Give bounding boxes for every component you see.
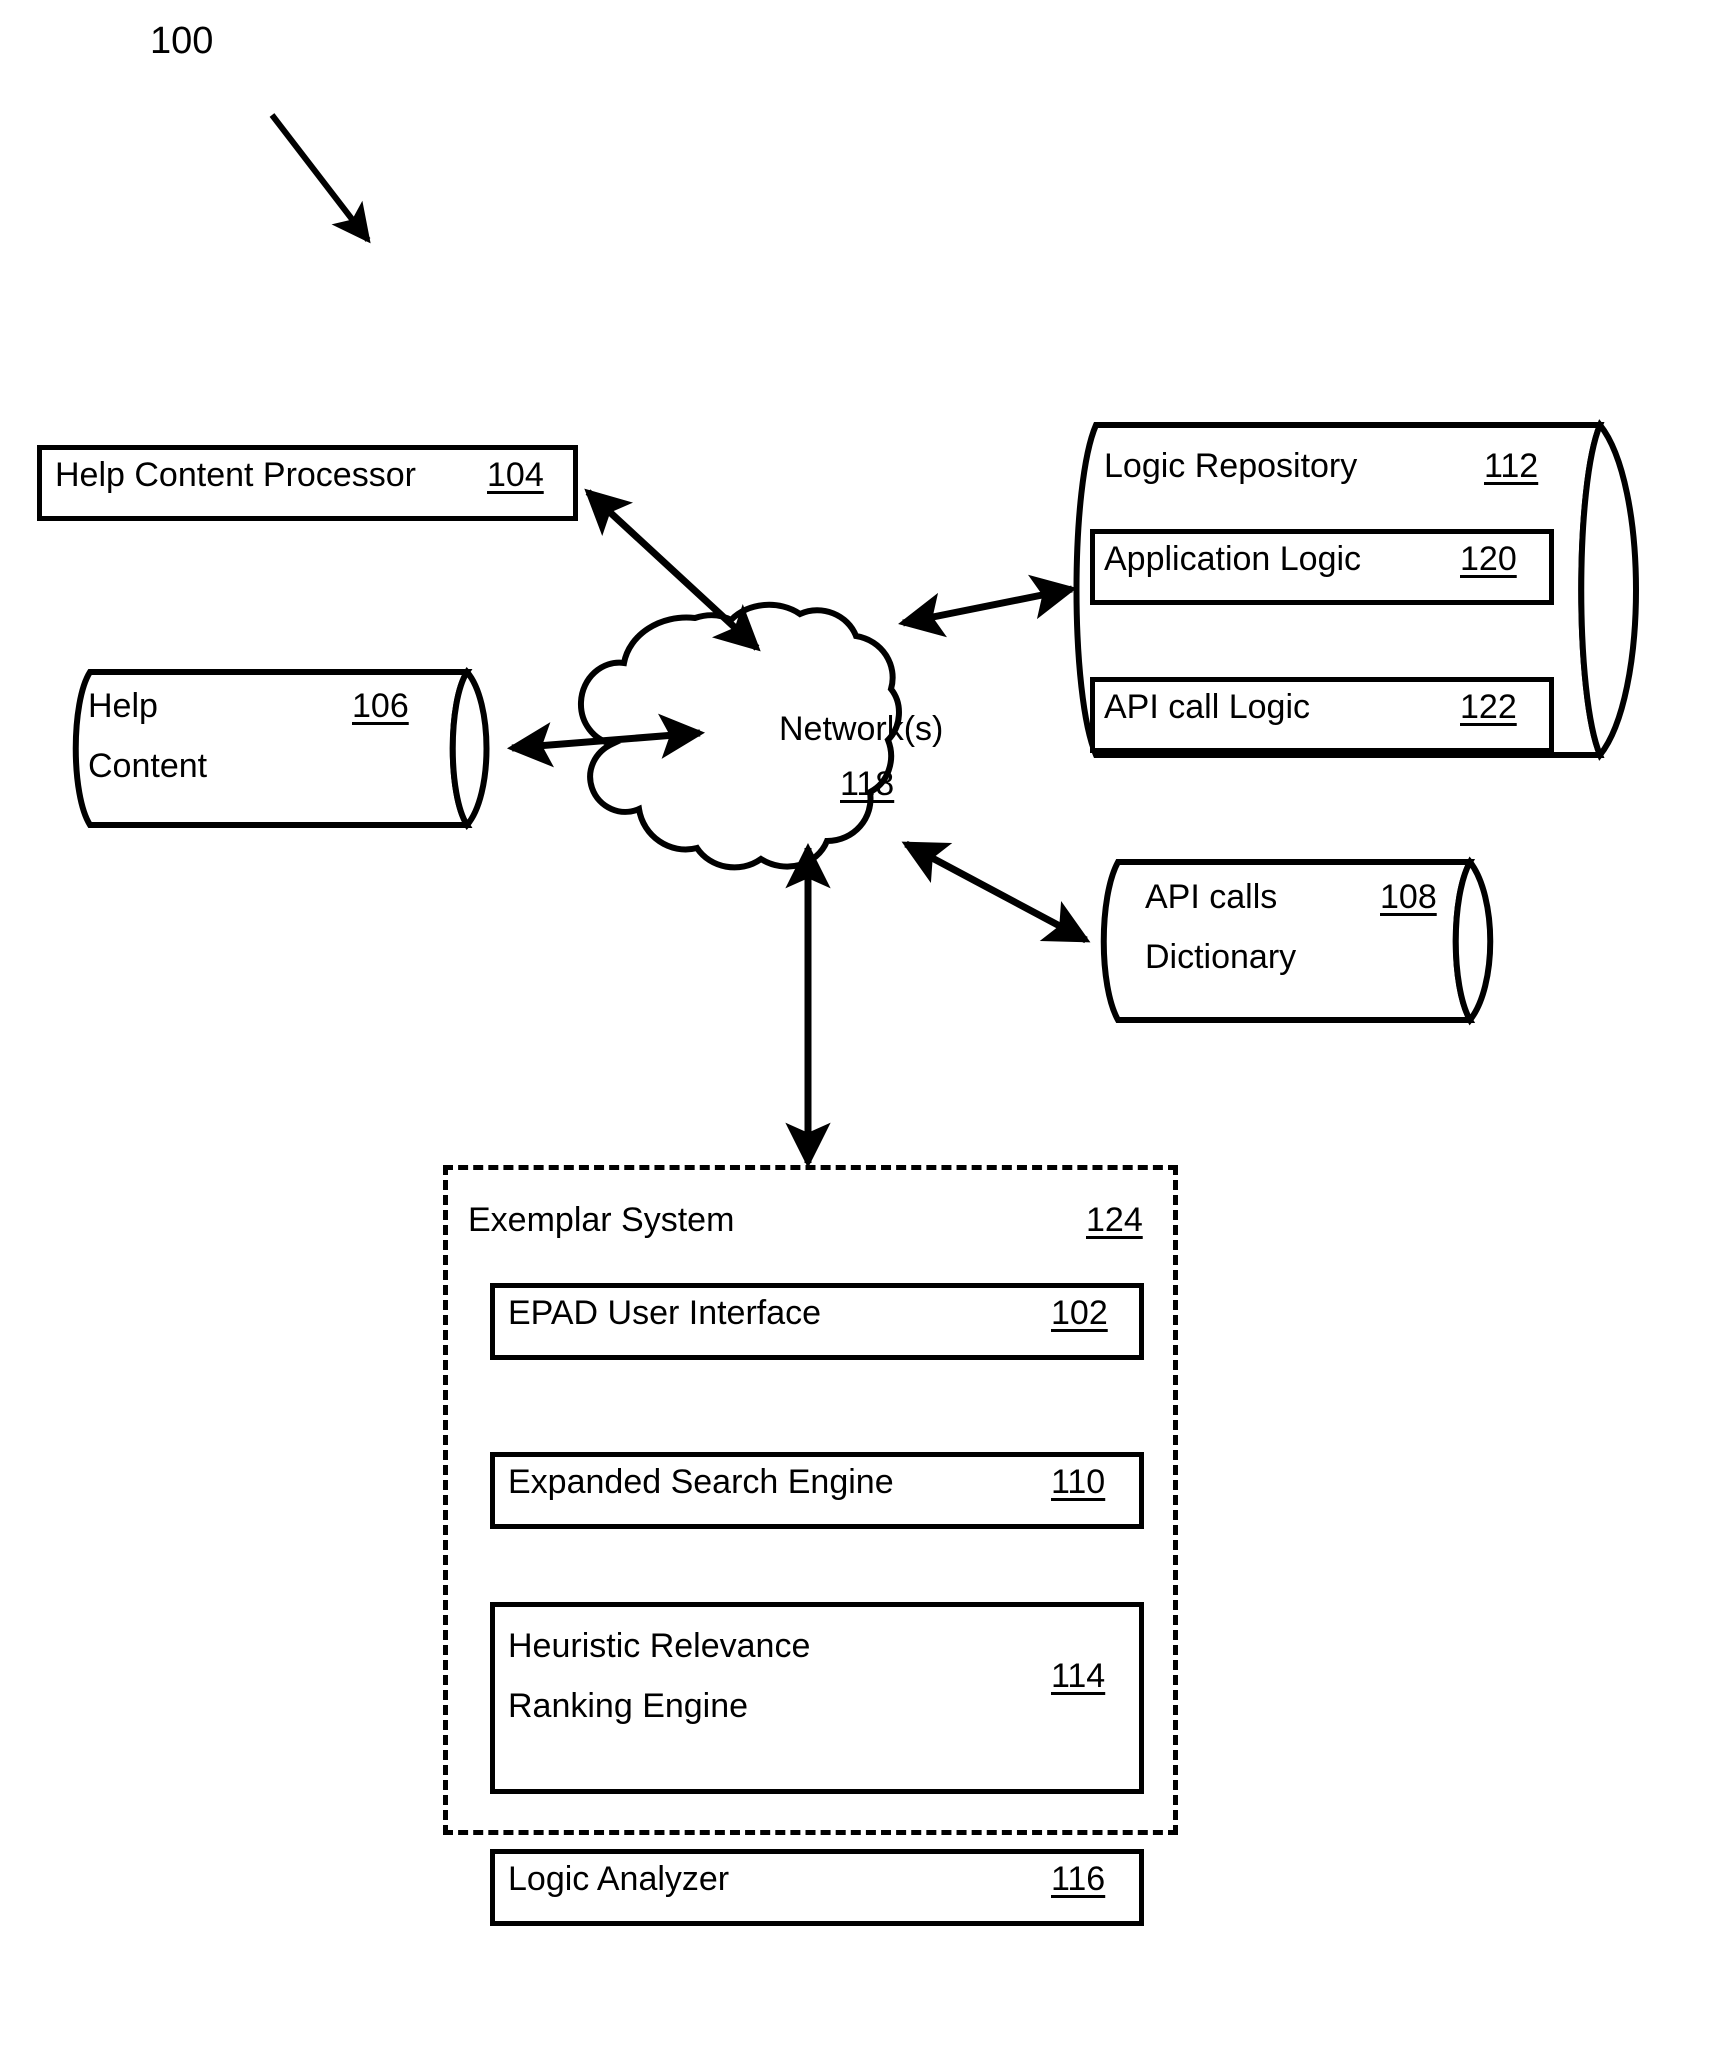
heuristic-ranking-label-line1: Heuristic Relevance (508, 1627, 811, 1665)
heuristic-ranking-label-line2: Ranking Engine (508, 1687, 749, 1725)
api-call-logic-ref: 122 (1460, 688, 1517, 726)
expanded-search-engine-ref: 110 (1051, 1463, 1106, 1501)
exemplar-system-label: Exemplar System (468, 1201, 735, 1239)
connector-network-to-help-content (506, 713, 706, 768)
api-calls-dictionary-ref: 108 (1380, 878, 1437, 916)
api-calls-dictionary-label-line2: Dictionary (1145, 938, 1297, 976)
application-logic-ref: 120 (1460, 540, 1517, 578)
network-ref: 118 (840, 765, 895, 803)
help-content-label-line2: Content (88, 747, 208, 785)
logic-repository-label: Logic Repository (1104, 447, 1358, 485)
api-call-logic-label: API call Logic (1104, 688, 1310, 726)
help-content-processor-ref: 104 (487, 456, 544, 494)
figure-leader-arrow (269, 113, 371, 244)
api-calls-dictionary-label-line1: API calls (1145, 878, 1278, 916)
application-logic-label: Application Logic (1104, 540, 1362, 578)
epad-user-interface-ref: 102 (1051, 1294, 1108, 1332)
exemplar-system-ref: 124 (1086, 1201, 1143, 1239)
help-content-label-line1: Help (88, 687, 158, 725)
connector-network-to-help-content-processor (584, 488, 761, 652)
logic-analyzer-ref: 116 (1051, 1860, 1106, 1898)
connector-network-to-api-calls-dictionary (901, 840, 1091, 944)
help-content-ref: 106 (352, 687, 409, 725)
expanded-search-engine-label: Expanded Search Engine (508, 1463, 894, 1501)
patent-figure: 100 Help Content Processor 104 Help Cont… (0, 0, 1723, 2071)
epad-user-interface-label: EPAD User Interface (508, 1294, 822, 1332)
help-content-processor-label: Help Content Processor (55, 456, 416, 494)
figure-number: 100 (150, 20, 214, 62)
connector-network-to-logic-repository (898, 574, 1077, 638)
logic-analyzer-label: Logic Analyzer (508, 1860, 730, 1898)
logic-repository-ref: 112 (1484, 447, 1539, 485)
heuristic-ranking-ref: 114 (1051, 1657, 1106, 1695)
network-label: Network(s) (779, 710, 944, 748)
